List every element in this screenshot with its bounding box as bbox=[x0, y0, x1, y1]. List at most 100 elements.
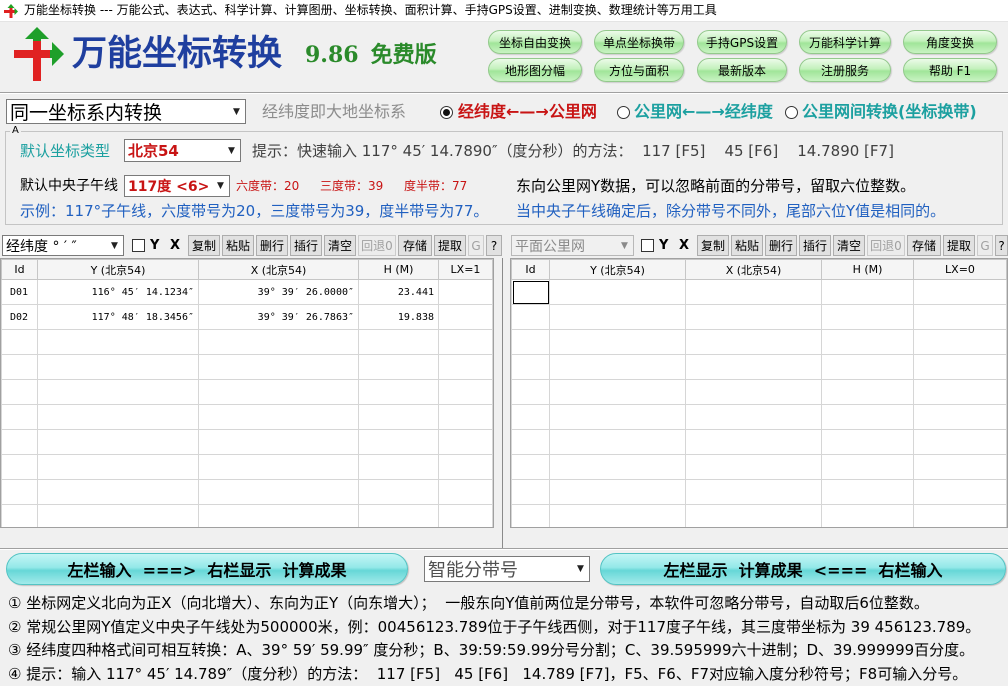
right-coordinate-grid[interactable]: Id Y (北京54) X (北京54) H (M) LX=0 bbox=[510, 258, 1008, 528]
column-header-h[interactable]: H (M) bbox=[359, 260, 439, 280]
column-header-h[interactable]: H (M) bbox=[822, 260, 914, 280]
grid-cell[interactable] bbox=[686, 380, 822, 405]
grid-cell[interactable] bbox=[512, 430, 550, 455]
left-load-button[interactable]: 提取 bbox=[434, 235, 466, 256]
grid-cell[interactable] bbox=[2, 455, 38, 480]
grid-cell[interactable] bbox=[2, 405, 38, 430]
right-insert-row-button[interactable]: 插行 bbox=[799, 235, 831, 256]
grid-cell[interactable] bbox=[822, 330, 914, 355]
left-insert-row-button[interactable]: 插行 bbox=[290, 235, 322, 256]
grid-cell[interactable] bbox=[2, 330, 38, 355]
grid-cell[interactable] bbox=[359, 380, 439, 405]
grid-cell[interactable] bbox=[439, 355, 493, 380]
grid-cell[interactable] bbox=[822, 305, 914, 330]
cell-id[interactable]: D01 bbox=[2, 280, 38, 305]
grid-cell[interactable] bbox=[38, 430, 199, 455]
column-header-x[interactable]: X (北京54) bbox=[686, 260, 822, 280]
grid-cell[interactable] bbox=[914, 405, 1007, 430]
cell-lx[interactable] bbox=[439, 305, 493, 330]
grid-cell[interactable] bbox=[2, 430, 38, 455]
bearing-area-button[interactable]: 方位与面积 bbox=[594, 58, 684, 82]
grid-cell[interactable] bbox=[359, 505, 439, 529]
right-undo-button[interactable]: 回退0 bbox=[867, 235, 905, 256]
grid-cell[interactable] bbox=[512, 380, 550, 405]
grid-cell[interactable] bbox=[914, 330, 1007, 355]
grid-cell[interactable] bbox=[822, 480, 914, 505]
grid-cell[interactable] bbox=[914, 455, 1007, 480]
grid-cell[interactable] bbox=[199, 355, 359, 380]
grid-cell[interactable] bbox=[822, 505, 914, 529]
cell-x[interactable]: 39° 39′ 26.0000″ bbox=[199, 280, 359, 305]
title-bar[interactable]: 万能坐标转换 --- 万能公式、表达式、科学计算、计算图册、坐标转换、面积计算、… bbox=[0, 0, 1008, 22]
grid-cell[interactable] bbox=[439, 480, 493, 505]
table-row[interactable] bbox=[2, 380, 493, 405]
table-row[interactable]: D02 117° 48′ 18.3456″ 39° 39′ 26.7863″ 1… bbox=[2, 305, 493, 330]
right-swap-yx-label[interactable]: Y X bbox=[659, 235, 689, 256]
map-sheet-button[interactable]: 地形图分幅 bbox=[488, 58, 582, 82]
grid-cell[interactable] bbox=[686, 355, 822, 380]
grid-cell[interactable] bbox=[822, 430, 914, 455]
table-row[interactable] bbox=[512, 355, 1007, 380]
grid-cell[interactable] bbox=[359, 430, 439, 455]
grid-cell[interactable] bbox=[550, 505, 686, 529]
grid-cell[interactable] bbox=[686, 430, 822, 455]
grid-cell[interactable] bbox=[550, 330, 686, 355]
table-row[interactable]: D01 116° 45′ 14.1234″ 39° 39′ 26.0000″ 2… bbox=[2, 280, 493, 305]
radio-latlon-to-grid[interactable] bbox=[440, 106, 453, 119]
left-g-button[interactable]: G bbox=[468, 235, 484, 256]
grid-cell[interactable] bbox=[914, 480, 1007, 505]
convert-right-to-left-button[interactable]: 左栏显示 计算成果 <=== 右栏输入 bbox=[600, 553, 1006, 585]
grid-cell[interactable] bbox=[359, 330, 439, 355]
cell-x[interactable]: 39° 39′ 26.7863″ bbox=[199, 305, 359, 330]
grid-cell[interactable] bbox=[359, 405, 439, 430]
left-swap-yx-checkbox[interactable] bbox=[132, 239, 145, 252]
grid-cell[interactable] bbox=[2, 480, 38, 505]
left-delete-row-button[interactable]: 删行 bbox=[256, 235, 288, 256]
table-row[interactable] bbox=[2, 480, 493, 505]
grid-cell[interactable] bbox=[550, 380, 686, 405]
column-header-x[interactable]: X (北京54) bbox=[199, 260, 359, 280]
table-row[interactable] bbox=[2, 505, 493, 529]
left-help-button[interactable]: ? bbox=[486, 235, 502, 256]
table-row[interactable] bbox=[512, 455, 1007, 480]
grid-cell[interactable] bbox=[550, 480, 686, 505]
grid-cell[interactable] bbox=[38, 355, 199, 380]
latest-version-button[interactable]: 最新版本 bbox=[697, 58, 787, 82]
coord-type-select[interactable]: 北京54 ▼ bbox=[124, 139, 241, 162]
grid-cell[interactable] bbox=[822, 380, 914, 405]
table-row[interactable] bbox=[512, 430, 1007, 455]
column-header-lx[interactable]: LX=0 bbox=[914, 260, 1007, 280]
grid-cell[interactable] bbox=[550, 455, 686, 480]
scientific-calc-button[interactable]: 万能科学计算 bbox=[799, 30, 891, 54]
cell-y[interactable]: 116° 45′ 14.1234″ bbox=[38, 280, 199, 305]
grid-cell[interactable] bbox=[914, 355, 1007, 380]
column-header-y[interactable]: Y (北京54) bbox=[38, 260, 199, 280]
grid-cell[interactable] bbox=[199, 330, 359, 355]
grid-cell[interactable] bbox=[686, 455, 822, 480]
grid-cell[interactable] bbox=[550, 280, 686, 305]
grid-cell[interactable] bbox=[914, 505, 1007, 529]
grid-cell[interactable] bbox=[686, 505, 822, 529]
right-swap-yx-checkbox[interactable] bbox=[641, 239, 654, 252]
meridian-select[interactable]: 117度 <6> ▼ bbox=[124, 175, 230, 197]
grid-cell[interactable] bbox=[512, 505, 550, 529]
grid-cell[interactable] bbox=[439, 405, 493, 430]
table-row[interactable] bbox=[2, 355, 493, 380]
right-paste-button[interactable]: 粘贴 bbox=[731, 235, 763, 256]
grid-cell[interactable] bbox=[686, 330, 822, 355]
grid-cell[interactable] bbox=[2, 505, 38, 529]
column-header-lx[interactable]: LX=1 bbox=[439, 260, 493, 280]
grid-cell[interactable] bbox=[199, 380, 359, 405]
radio-label-grid-to-latlon[interactable]: 公里网←—→经纬度 bbox=[634, 99, 773, 125]
grid-cell[interactable] bbox=[686, 280, 822, 305]
grid-cell[interactable] bbox=[38, 405, 199, 430]
grid-cell[interactable] bbox=[439, 455, 493, 480]
grid-cell[interactable] bbox=[439, 380, 493, 405]
radio-grid-rezone[interactable] bbox=[785, 106, 798, 119]
left-swap-yx-label[interactable]: Y X bbox=[150, 235, 180, 256]
grid-cell[interactable] bbox=[2, 380, 38, 405]
right-clear-button[interactable]: 清空 bbox=[833, 235, 865, 256]
cell-h[interactable]: 19.838 bbox=[359, 305, 439, 330]
left-save-button[interactable]: 存储 bbox=[398, 235, 432, 256]
grid-cell[interactable] bbox=[512, 480, 550, 505]
